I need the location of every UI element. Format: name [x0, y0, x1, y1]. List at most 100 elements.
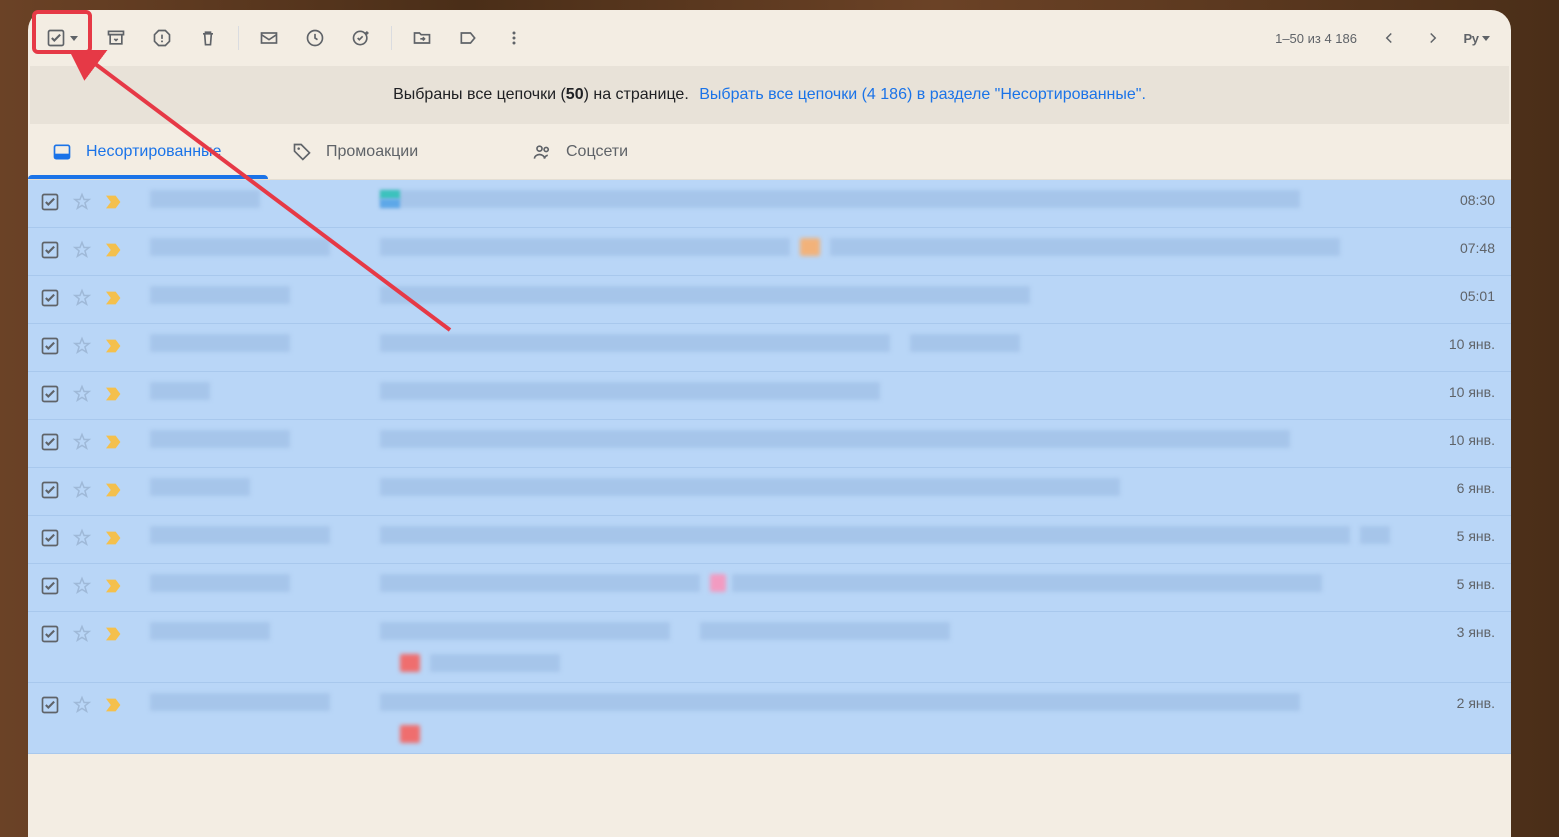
star-icon: [72, 336, 92, 356]
row-checkbox[interactable]: [40, 480, 60, 500]
subject-cell: [380, 526, 1405, 544]
delete-button[interactable]: [188, 18, 228, 58]
mark-unread-button[interactable]: [249, 18, 289, 58]
archive-icon: [106, 28, 126, 48]
subject-cell: [380, 238, 1405, 256]
star-icon: [72, 528, 92, 548]
row-checkbox[interactable]: [40, 384, 60, 404]
task-add-icon: [351, 28, 371, 48]
checkbox-checked-icon: [40, 240, 60, 260]
checkbox-checked-icon: [46, 28, 66, 48]
importance-marker[interactable]: [104, 626, 124, 642]
importance-marker[interactable]: [104, 386, 124, 402]
star-button[interactable]: [72, 192, 92, 212]
tab-label: Промоакции: [326, 143, 418, 161]
tab-social[interactable]: Соцсети: [508, 124, 748, 179]
select-all-dropdown[interactable]: [42, 24, 82, 52]
row-checkbox[interactable]: [40, 192, 60, 212]
row-checkbox[interactable]: [40, 240, 60, 260]
label-icon: [458, 28, 478, 48]
more-vertical-icon: [504, 28, 524, 48]
star-button[interactable]: [72, 528, 92, 548]
star-icon: [72, 288, 92, 308]
star-button[interactable]: [72, 336, 92, 356]
mail-row[interactable]: 08:30: [28, 180, 1511, 228]
folder-move-icon: [412, 28, 432, 48]
marker-icon: [104, 242, 124, 258]
importance-marker[interactable]: [104, 530, 124, 546]
mail-row[interactable]: 3 янв.: [28, 612, 1511, 683]
labels-button[interactable]: [448, 18, 488, 58]
sender-cell: [150, 526, 380, 544]
mail-row[interactable]: 07:48: [28, 228, 1511, 276]
star-icon: [72, 240, 92, 260]
importance-marker[interactable]: [104, 242, 124, 258]
spam-icon: [152, 28, 172, 48]
row-checkbox[interactable]: [40, 288, 60, 308]
mail-row[interactable]: 10 янв.: [28, 324, 1511, 372]
mail-row[interactable]: 6 янв.: [28, 468, 1511, 516]
input-lang-button[interactable]: Рy: [1457, 18, 1497, 58]
select-all-link[interactable]: Выбрать все цепочки (4 186) в разделе "Н…: [699, 86, 1146, 103]
snooze-button[interactable]: [295, 18, 335, 58]
star-button[interactable]: [72, 480, 92, 500]
mail-row[interactable]: 5 янв.: [28, 564, 1511, 612]
importance-marker[interactable]: [104, 578, 124, 594]
time-cell: 3 янв.: [1425, 622, 1495, 640]
importance-marker[interactable]: [104, 338, 124, 354]
star-button[interactable]: [72, 576, 92, 596]
star-button[interactable]: [72, 695, 92, 715]
mail-row[interactable]: 10 янв.: [28, 372, 1511, 420]
archive-button[interactable]: [96, 18, 136, 58]
marker-icon: [104, 697, 124, 713]
mail-row[interactable]: 10 янв.: [28, 420, 1511, 468]
tab-label: Соцсети: [566, 143, 628, 161]
time-cell: 5 янв.: [1425, 574, 1495, 592]
mail-row[interactable]: 5 янв.: [28, 516, 1511, 564]
star-icon: [72, 192, 92, 212]
caret-down-icon: [1482, 36, 1490, 41]
spam-button[interactable]: [142, 18, 182, 58]
star-button[interactable]: [72, 240, 92, 260]
importance-marker[interactable]: [104, 697, 124, 713]
sender-cell: [150, 693, 380, 711]
banner-text-bold: 50: [566, 86, 584, 103]
row-checkbox[interactable]: [40, 432, 60, 452]
checkbox-checked-icon: [40, 695, 60, 715]
star-button[interactable]: [72, 432, 92, 452]
star-icon: [72, 432, 92, 452]
row-checkbox[interactable]: [40, 528, 60, 548]
marker-icon: [104, 578, 124, 594]
mail-row[interactable]: 2 янв.: [28, 683, 1511, 754]
selection-banner: Выбраны все цепочки (50) на странице. Вы…: [30, 66, 1509, 124]
pager-prev-button[interactable]: [1369, 18, 1409, 58]
star-button[interactable]: [72, 384, 92, 404]
pager-next-button[interactable]: [1413, 18, 1453, 58]
row-checkbox[interactable]: [40, 624, 60, 644]
row-checkbox[interactable]: [40, 336, 60, 356]
pager-text: 1–50 из 4 186: [1275, 31, 1357, 46]
sender-cell: [150, 382, 380, 400]
row-checkbox[interactable]: [40, 695, 60, 715]
subject-cell: [380, 334, 1405, 352]
star-button[interactable]: [72, 624, 92, 644]
importance-marker[interactable]: [104, 482, 124, 498]
trash-icon: [198, 28, 218, 48]
mail-list: 08:30 07:48 05:01 10 янв.: [28, 180, 1511, 754]
tab-primary[interactable]: Несортированные: [28, 124, 268, 179]
add-task-button[interactable]: [341, 18, 381, 58]
subject-cell: [380, 478, 1405, 496]
tab-promotions[interactable]: Промоакции: [268, 124, 508, 179]
importance-marker[interactable]: [104, 194, 124, 210]
importance-marker[interactable]: [104, 290, 124, 306]
checkbox-checked-icon: [40, 336, 60, 356]
mail-row[interactable]: 05:01: [28, 276, 1511, 324]
toolbar-divider: [238, 26, 239, 50]
toolbar-divider: [391, 26, 392, 50]
move-to-button[interactable]: [402, 18, 442, 58]
subject-cell: [380, 430, 1405, 448]
importance-marker[interactable]: [104, 434, 124, 450]
more-button[interactable]: [494, 18, 534, 58]
row-checkbox[interactable]: [40, 576, 60, 596]
star-button[interactable]: [72, 288, 92, 308]
